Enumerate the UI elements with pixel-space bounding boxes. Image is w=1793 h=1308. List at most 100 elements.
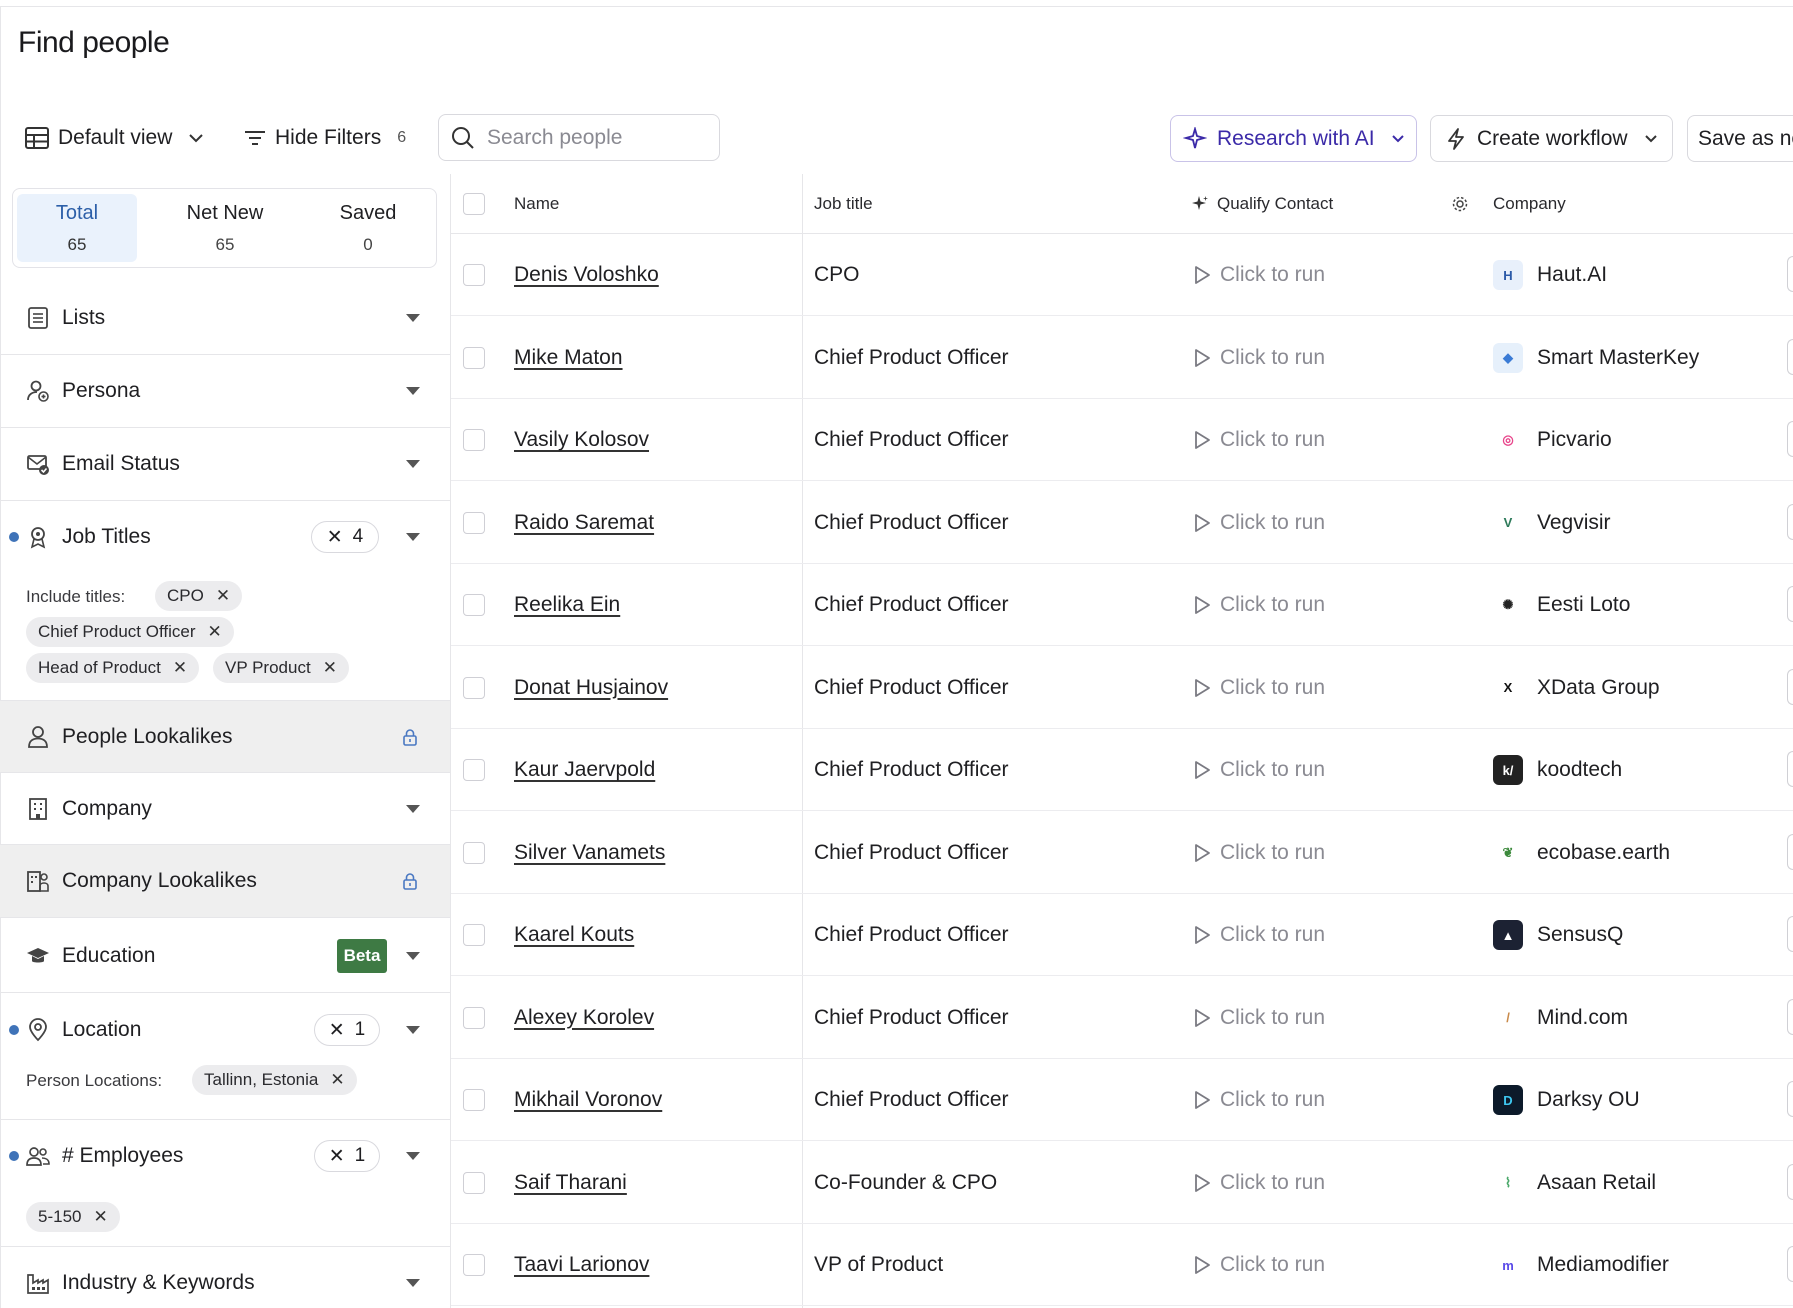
click-to-run-button[interactable]: Click to run	[1192, 1059, 1325, 1141]
row-checkbox[interactable]	[463, 676, 485, 699]
caret-down-icon[interactable]	[405, 804, 421, 814]
company-cell[interactable]: V Vegvisir	[1493, 482, 1611, 564]
person-name-link[interactable]: Silver Vanamets	[514, 841, 665, 865]
company-cell[interactable]: H Haut.AI	[1493, 234, 1607, 316]
remove-chip-icon[interactable]: ✕	[173, 658, 187, 678]
chip-tallinn-estonia[interactable]: Tallinn, Estonia ✕	[192, 1065, 357, 1095]
table-row[interactable]: Raido Saremat Chief Product Officer Click …	[451, 482, 1793, 564]
person-name-link[interactable]: Kaarel Kouts	[514, 923, 634, 947]
filter-people-lookalikes[interactable]: People Lookalikes	[0, 701, 450, 772]
company-cell[interactable]: m Mediamodifier	[1493, 1224, 1669, 1306]
company-cell[interactable]: ✺ Eesti Loto	[1493, 564, 1630, 646]
click-to-run-button[interactable]: Click to run	[1192, 234, 1325, 316]
row-checkbox[interactable]	[463, 264, 485, 286]
caret-down-icon[interactable]	[405, 459, 421, 469]
click-to-run-button[interactable]: Click to run	[1192, 647, 1325, 729]
person-name-link[interactable]: Mikhail Voronov	[514, 1088, 662, 1112]
row-checkbox[interactable]	[463, 1006, 485, 1029]
filter-employees[interactable]: # Employees ✕ 1 5-150 ✕	[0, 1120, 450, 1247]
row-checkbox[interactable]	[463, 1171, 485, 1194]
person-name-link[interactable]: Kaur Jaervpold	[514, 758, 655, 782]
table-row[interactable]: Kaur Jaervpold Chief Product Officer Click…	[451, 729, 1793, 811]
tab-net-new[interactable]: Net New 65	[165, 194, 285, 262]
click-to-run-button[interactable]: Click to run	[1192, 894, 1325, 976]
company-cell[interactable]: D Darksy OU	[1493, 1059, 1640, 1141]
table-row[interactable]: Taavi Larionov VP of Product Click to run m…	[451, 1224, 1793, 1306]
remove-chip-icon[interactable]: ✕	[330, 1070, 344, 1090]
table-row[interactable]: Reelika Ein Chief Product Officer Click to…	[451, 564, 1793, 646]
person-name-link[interactable]: Raido Saremat	[514, 511, 654, 535]
remove-chip-icon[interactable]: ✕	[323, 658, 337, 678]
company-cell[interactable]: ◎ Picvario	[1493, 399, 1612, 481]
row-checkbox[interactable]	[463, 511, 485, 534]
row-checkbox[interactable]	[463, 924, 485, 946]
company-cell[interactable]: X XData Group	[1493, 647, 1660, 729]
company-cell[interactable]: ▲ SensusQ	[1493, 894, 1623, 976]
caret-down-icon[interactable]	[405, 532, 421, 542]
click-to-run-button[interactable]: Click to run	[1192, 482, 1325, 564]
create-workflow-button[interactable]: Create workflow	[1430, 115, 1673, 162]
tab-saved[interactable]: Saved 0	[308, 194, 428, 262]
filter-education[interactable]: Education Beta	[0, 917, 450, 993]
row-checkbox[interactable]	[463, 429, 485, 451]
filter-lists[interactable]: Lists	[0, 282, 450, 355]
person-name-link[interactable]: Taavi Larionov	[514, 1253, 649, 1277]
tab-total[interactable]: Total 65	[17, 194, 137, 262]
row-checkbox[interactable]	[463, 346, 485, 369]
filter-company-lookalikes[interactable]: Company Lookalikes	[0, 845, 450, 917]
search-people-box[interactable]	[438, 114, 720, 161]
save-as-new-button[interactable]: Save as ne	[1687, 115, 1793, 162]
person-name-link[interactable]: Denis Voloshko	[514, 263, 659, 287]
click-to-run-button[interactable]: Click to run	[1192, 317, 1325, 399]
research-with-ai-button[interactable]: Research with AI	[1170, 115, 1417, 162]
company-cell[interactable]: / Mind.com	[1493, 977, 1628, 1059]
filter-job-titles[interactable]: Job Titles ✕ 4 Include titles: CPO ✕ Chie…	[0, 501, 450, 701]
click-to-run-button[interactable]: Click to run	[1192, 729, 1325, 811]
header-company[interactable]: Company	[1493, 174, 1566, 234]
table-row[interactable]: Donat Husjainov Chief Product Officer Clic…	[451, 647, 1793, 729]
select-all-checkbox[interactable]	[463, 193, 485, 215]
chip-head-of-product[interactable]: Head of Product ✕	[26, 653, 200, 683]
caret-down-icon[interactable]	[405, 1278, 421, 1288]
caret-down-icon[interactable]	[405, 1151, 421, 1161]
table-row[interactable]: Alexey Korolev Chief Product Officer Click…	[451, 977, 1793, 1059]
remove-chip-icon[interactable]: ✕	[216, 586, 230, 606]
chip-cpo[interactable]: CPO ✕	[155, 581, 243, 611]
click-to-run-button[interactable]: Click to run	[1192, 977, 1325, 1059]
header-job-title[interactable]: Job title	[814, 174, 873, 234]
row-checkbox[interactable]	[463, 1254, 485, 1276]
qualify-settings[interactable]	[1451, 174, 1469, 234]
click-to-run-button[interactable]: Click to run	[1192, 812, 1325, 894]
filter-persona[interactable]: Persona	[0, 355, 450, 428]
table-row[interactable]: Vasily Kolosov Chief Product Officer Click…	[451, 399, 1793, 481]
caret-down-icon[interactable]	[405, 313, 421, 323]
company-cell[interactable]: ⌇ Asaan Retail	[1493, 1142, 1656, 1224]
caret-down-icon[interactable]	[405, 386, 421, 396]
filter-company[interactable]: Company	[0, 772, 450, 845]
table-row[interactable]: Kaarel Kouts Chief Product Officer Click t…	[451, 894, 1793, 976]
click-to-run-button[interactable]: Click to run	[1192, 1224, 1325, 1306]
remove-chip-icon[interactable]: ✕	[207, 622, 221, 642]
row-checkbox[interactable]	[463, 594, 485, 616]
default-view-button[interactable]: Default view	[24, 114, 204, 162]
remove-chip-icon[interactable]: ✕	[93, 1207, 107, 1227]
row-checkbox[interactable]	[463, 841, 485, 864]
table-row[interactable]: Mike Maton Chief Product Officer Click to …	[451, 317, 1793, 399]
header-qualify-contact[interactable]: Qualify Contact	[1191, 174, 1334, 234]
row-checkbox[interactable]	[463, 759, 485, 781]
search-input[interactable]	[487, 125, 707, 150]
person-name-link[interactable]: Saif Tharani	[514, 1171, 627, 1195]
filter-industry-keywords[interactable]: Industry & Keywords	[0, 1247, 450, 1308]
clear-job-titles-badge[interactable]: ✕ 4	[311, 521, 379, 553]
table-row[interactable]: Silver Vanamets Chief Product Officer Clic…	[451, 812, 1793, 894]
filter-email-status[interactable]: Email Status	[0, 428, 450, 501]
click-to-run-button[interactable]: Click to run	[1192, 564, 1325, 646]
chip-chief-product-officer[interactable]: Chief Product Officer ✕	[26, 617, 234, 647]
table-row[interactable]: Saif Tharani Co-Founder & CPO Click to run…	[451, 1142, 1793, 1224]
table-row[interactable]: Denis Voloshko CPO Click to run H Haut.AI	[451, 234, 1793, 316]
person-name-link[interactable]: Alexey Korolev	[514, 1006, 654, 1030]
caret-down-icon[interactable]	[405, 951, 421, 961]
company-cell[interactable]: ◆ Smart MasterKey	[1493, 317, 1699, 399]
table-row[interactable]: Mikhail Voronov Chief Product Officer Clic…	[451, 1059, 1793, 1141]
click-to-run-button[interactable]: Click to run	[1192, 399, 1325, 481]
